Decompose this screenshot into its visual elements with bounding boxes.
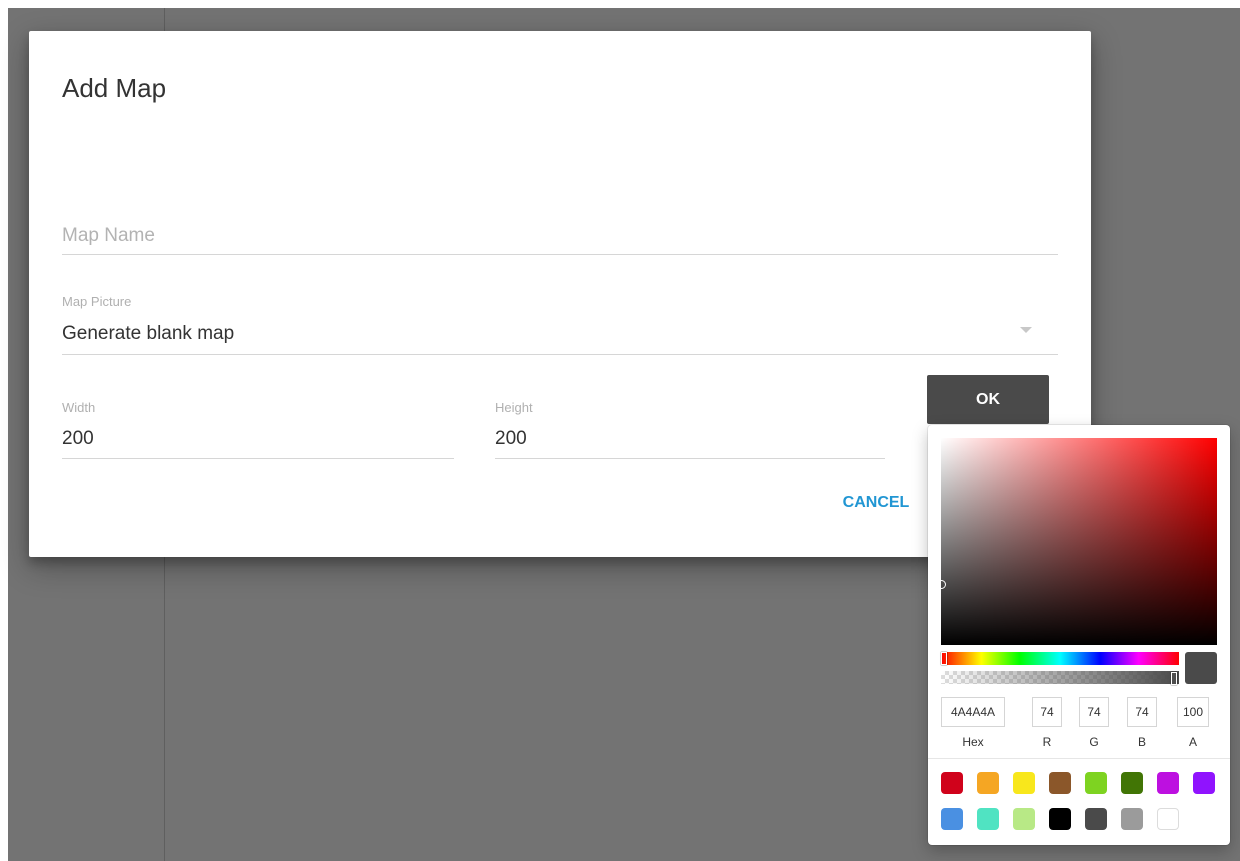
preset-color-swatch[interactable] [1121,808,1143,830]
map-picture-label: Map Picture [62,294,132,309]
height-input[interactable]: 200 [495,428,527,450]
preset-color-swatch[interactable] [1085,772,1107,794]
saturation-cursor[interactable] [937,580,946,589]
preset-color-swatch[interactable] [1085,808,1107,830]
blue-input[interactable]: 74 [1127,697,1157,727]
preset-color-swatch[interactable] [977,808,999,830]
preset-color-swatch[interactable] [1157,772,1179,794]
alpha-slider-handle[interactable] [1171,672,1177,685]
swatch-divider [928,758,1230,759]
preset-color-swatch[interactable] [1049,772,1071,794]
blue-label: B [1137,735,1146,749]
alpha-input[interactable]: 100 [1177,697,1209,727]
map-name-field[interactable]: Map Name [62,213,1058,255]
map-name-underline [62,254,1058,255]
color-picker-popover: 4A4A4A 74 74 74 100 Hex R G B A [928,425,1230,845]
height-underline [495,458,885,459]
hue-slider[interactable] [941,652,1179,665]
height-label: Height [495,400,533,415]
width-underline [62,458,454,459]
preset-color-swatch[interactable] [1193,772,1215,794]
hex-input[interactable]: 4A4A4A [941,697,1005,727]
hex-label: Hex [962,735,984,749]
green-input[interactable]: 74 [1079,697,1109,727]
preset-color-swatch[interactable] [1013,772,1035,794]
height-field[interactable]: Height 200 [495,395,885,459]
dropdown-arrow-icon[interactable] [1020,327,1032,333]
map-name-placeholder: Map Name [62,225,155,246]
width-input[interactable]: 200 [62,428,94,450]
map-picture-value: Generate blank map [62,323,235,344]
dialog-title: Add Map [62,73,167,103]
preset-color-swatch[interactable] [1013,808,1035,830]
preset-color-swatch[interactable] [941,772,963,794]
preset-color-swatch[interactable] [977,772,999,794]
cancel-button[interactable]: CANCEL [826,488,926,518]
saturation-brightness-area[interactable] [937,438,1217,645]
ok-button[interactable]: OK [927,375,1049,424]
alpha-slider[interactable] [941,671,1179,685]
color-preview-swatch [1185,652,1217,684]
red-input[interactable]: 74 [1032,697,1062,727]
green-label: G [1089,735,1099,749]
preset-color-swatch[interactable] [1121,772,1143,794]
map-picture-underline [62,354,1058,355]
map-picture-select[interactable]: Map Picture Generate blank map [62,290,1058,355]
red-label: R [1042,735,1052,749]
width-field[interactable]: Width 200 [62,395,454,459]
alpha-label: A [1188,735,1197,749]
preset-color-swatch[interactable] [941,808,963,830]
preset-color-swatch[interactable] [1049,808,1071,830]
preset-color-swatch[interactable] [1157,808,1179,830]
width-label: Width [62,400,96,415]
hue-slider-handle[interactable] [941,652,947,665]
